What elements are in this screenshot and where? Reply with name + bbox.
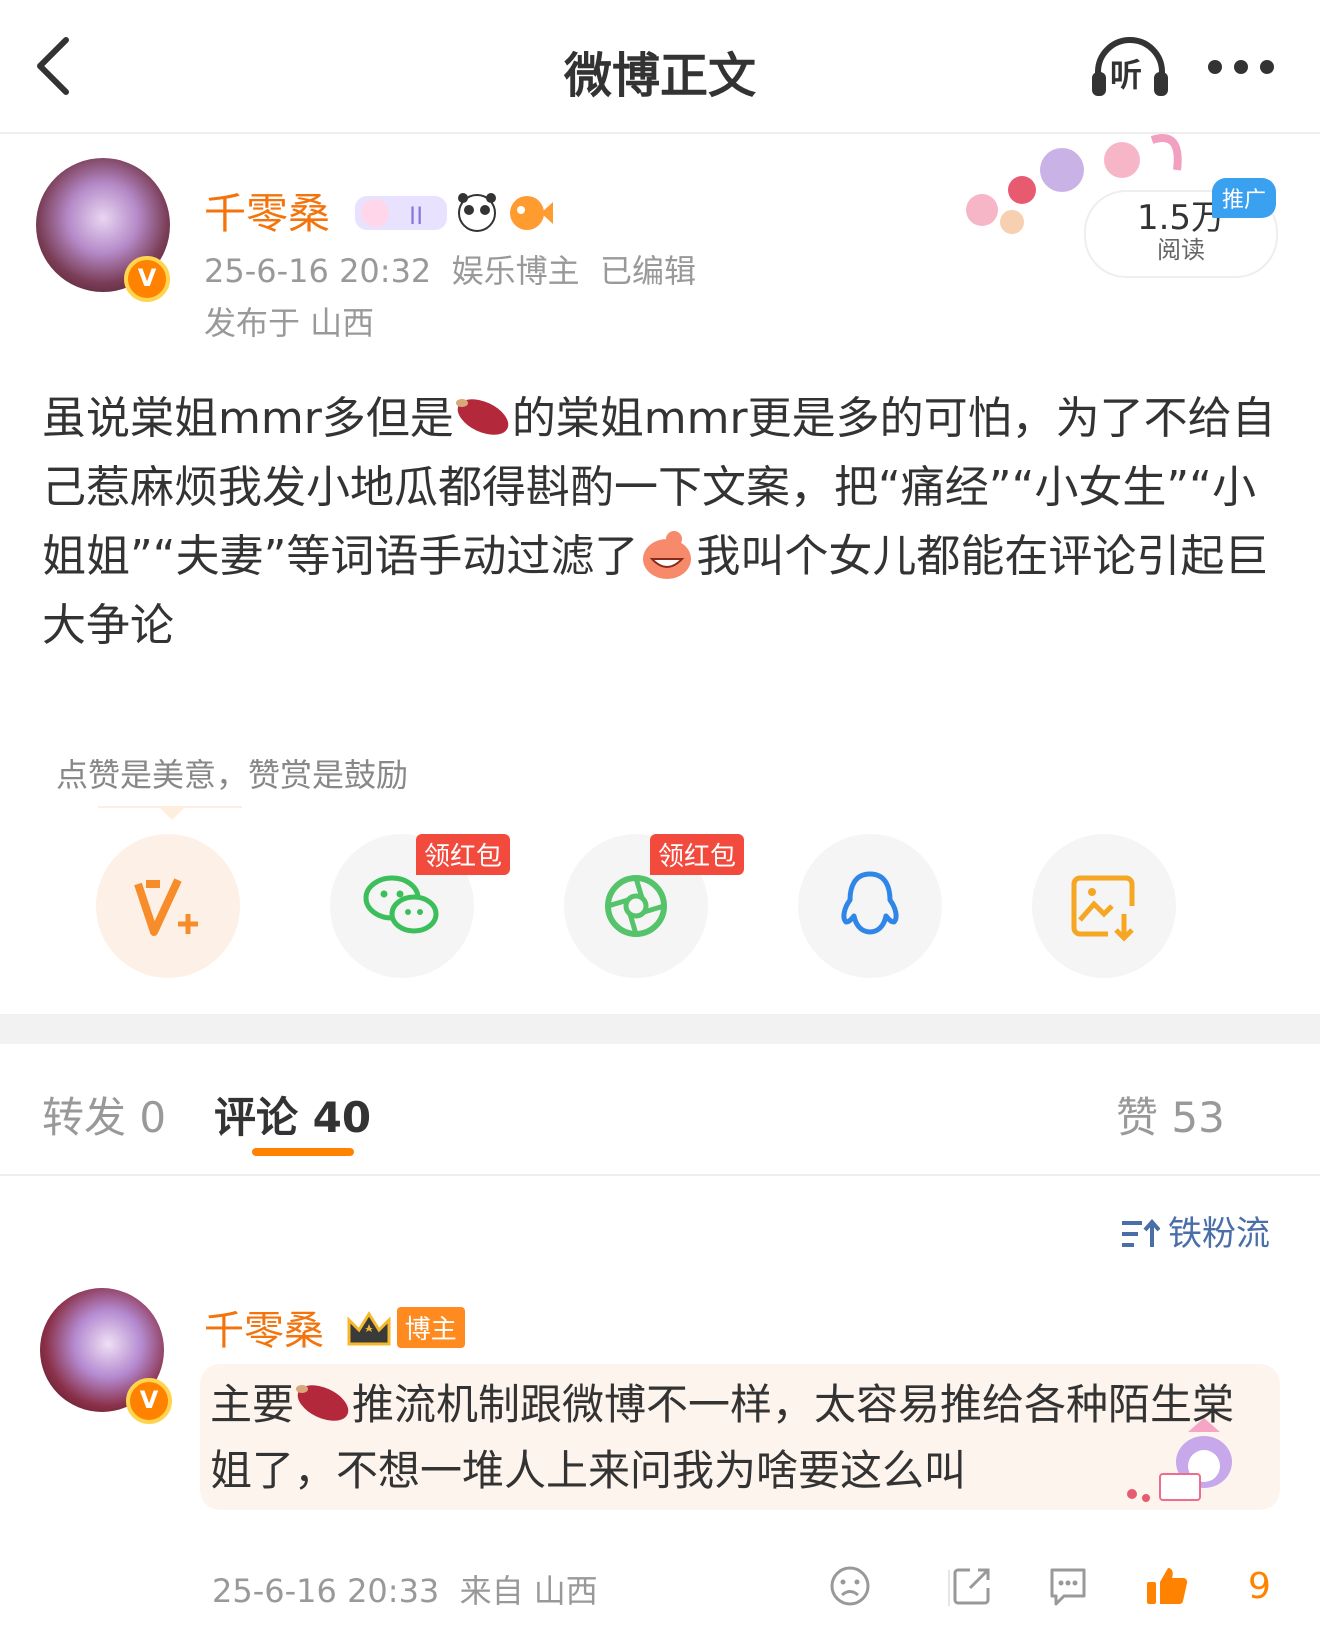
author-name[interactable]: 千零桑 xyxy=(204,180,330,241)
more-dot-icon xyxy=(1234,60,1248,74)
wechat-icon xyxy=(363,875,439,934)
comment-time: 25-6-16 20:33 xyxy=(212,1572,440,1610)
post-location: 发布于 山西 xyxy=(204,304,375,342)
like-thumbs-up-icon[interactable] xyxy=(1144,1564,1190,1608)
more-dot-icon xyxy=(1208,60,1222,74)
read-label: 阅读 xyxy=(1157,236,1205,264)
svg-text:II: II xyxy=(409,202,423,230)
verified-badge-icon: V xyxy=(124,256,170,302)
comment-source: 来自 山西 xyxy=(459,1572,598,1610)
post-content: 虽说棠姐mmr多但是 的棠姐mmr更是多的可怕，为了不给自己惹麻烦我发小地瓜都得斟… xyxy=(42,384,1282,660)
more-options-button[interactable] xyxy=(1208,56,1288,76)
section-divider xyxy=(0,1014,1320,1044)
post-category: 娱乐博主 xyxy=(451,252,580,290)
post-edited[interactable]: 已编辑 xyxy=(600,252,696,290)
tab-repost[interactable]: 转发 0 xyxy=(42,1084,166,1145)
reward-hint: 点赞是美意，赞赏是鼓励 xyxy=(56,756,409,794)
comment-footer: 25-6-16 20:33 来自 山西 xyxy=(212,1566,598,1612)
commenter-name[interactable]: 千零桑 博主 xyxy=(204,1298,465,1356)
save-image-button[interactable] xyxy=(1032,834,1176,978)
comment-text-part-2: 推流机制跟微博不一样，太容易推给各种陌生棠姐了，不想一堆人上来问我为啥要这么叫 xyxy=(210,1380,1235,1495)
listen-button[interactable]: 听 xyxy=(1088,34,1172,100)
dislike-sad-face-icon[interactable] xyxy=(828,1564,872,1608)
sort-label: 铁粉流 xyxy=(1168,1214,1270,1254)
sort-icon xyxy=(1122,1218,1161,1247)
sweet-potato-emoji-icon xyxy=(296,1385,349,1421)
level-badge-icon: II xyxy=(355,196,447,230)
kuromi-sticker-icon xyxy=(1127,1418,1232,1502)
reward-button[interactable] xyxy=(96,834,240,978)
crown-icon xyxy=(347,1311,391,1346)
share-icon[interactable] xyxy=(950,1564,994,1608)
active-tab-indicator xyxy=(252,1148,354,1156)
verified-badge-icon: V xyxy=(126,1378,172,1424)
comment-text[interactable]: 主要 推流机制跟微博不一样，太容易推给各种陌生棠姐了，不想一堆人上来问我为啥要这么… xyxy=(210,1372,1270,1504)
post-time: 25-6-16 20:32 xyxy=(204,252,432,290)
save-image-icon xyxy=(1071,875,1135,942)
hint-pointer xyxy=(158,806,186,820)
promote-badge[interactable]: 推广 xyxy=(1212,178,1277,218)
tab-comment[interactable]: 评论 40 xyxy=(214,1084,371,1145)
qq-icon xyxy=(841,871,899,935)
sort-button[interactable]: 铁粉流 xyxy=(1120,1206,1270,1255)
reward-v-plus-icon xyxy=(134,878,198,936)
share-qq-button[interactable] xyxy=(798,834,942,978)
red-packet-tag[interactable]: 领红包 xyxy=(650,834,745,875)
comment-text-part-1: 主要 xyxy=(210,1380,295,1429)
fish-icon xyxy=(510,196,553,230)
tab-like[interactable]: 赞 53 xyxy=(1116,1084,1225,1145)
comment-like-count: 9 xyxy=(1248,1566,1271,1607)
more-dot-icon xyxy=(1260,60,1274,74)
sweet-potato-emoji-icon xyxy=(455,399,509,435)
reply-comment-icon[interactable] xyxy=(1046,1564,1090,1608)
grinning-emoji-icon xyxy=(643,531,692,579)
interaction-tabs: 转发 0 评论 40 赞 53 xyxy=(0,1044,1320,1176)
listen-label: 听 xyxy=(1110,56,1143,94)
post-meta: 25-6-16 20:32 娱乐博主 已编辑 xyxy=(204,246,696,292)
user-badges: II xyxy=(355,188,555,238)
blogger-badge: 博主 xyxy=(396,1307,465,1348)
post-text-part-1: 虽说棠姐mmr多但是 xyxy=(42,393,454,444)
panda-icon xyxy=(458,193,496,232)
commenter-name-text: 千零桑 xyxy=(204,1308,324,1354)
moments-shutter-icon xyxy=(605,875,667,937)
red-packet-tag[interactable]: 领红包 xyxy=(416,834,511,875)
top-bar: 微博正文 听 xyxy=(0,0,1320,134)
